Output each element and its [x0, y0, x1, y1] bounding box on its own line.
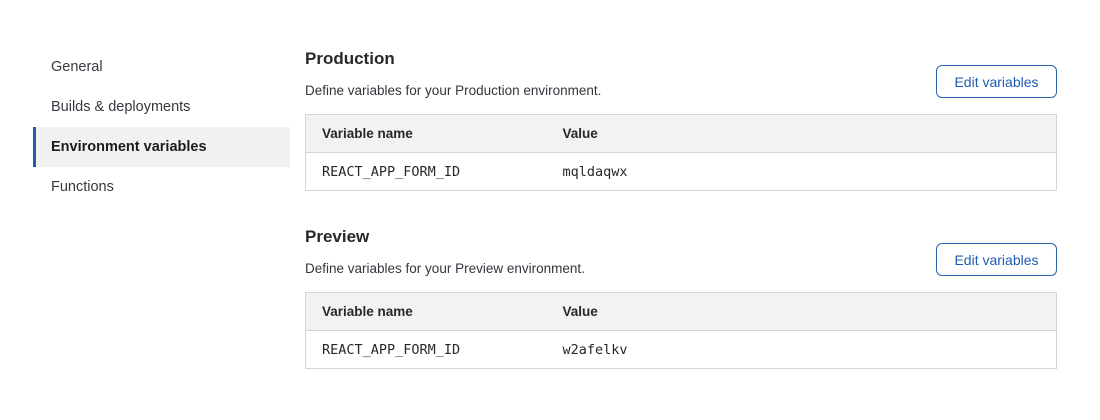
settings-page: General Builds & deployments Environment…: [0, 0, 1100, 420]
edit-variables-button-preview[interactable]: Edit variables: [936, 243, 1057, 276]
sidebar-item-builds-deployments[interactable]: Builds & deployments: [33, 87, 290, 127]
production-section: Production Define variables for your Pro…: [305, 49, 1057, 191]
table-header-row: Variable name Value: [306, 293, 1057, 331]
variable-value-cell: mqldaqwx: [547, 153, 1057, 191]
sidebar-item-general[interactable]: General: [33, 47, 290, 87]
preview-variables-table: Variable name Value REACT_APP_FORM_ID w2…: [305, 292, 1057, 369]
table-header-row: Variable name Value: [306, 115, 1057, 153]
column-header-value: Value: [547, 293, 1057, 331]
variable-name-cell: REACT_APP_FORM_ID: [306, 331, 547, 369]
edit-variables-button-production[interactable]: Edit variables: [936, 65, 1057, 98]
sidebar-item-label: General: [51, 59, 103, 75]
table-row: REACT_APP_FORM_ID w2afelkv: [306, 331, 1057, 369]
sidebar-item-environment-variables[interactable]: Environment variables: [33, 127, 290, 167]
sidebar-item-label: Builds & deployments: [51, 99, 190, 115]
table-row: REACT_APP_FORM_ID mqldaqwx: [306, 153, 1057, 191]
column-header-value: Value: [547, 115, 1057, 153]
variable-name-cell: REACT_APP_FORM_ID: [306, 153, 547, 191]
sidebar-item-label: Functions: [51, 179, 114, 195]
preview-section: Preview Define variables for your Previe…: [305, 227, 1057, 369]
settings-sidebar: General Builds & deployments Environment…: [33, 47, 290, 207]
production-variables-table: Variable name Value REACT_APP_FORM_ID mq…: [305, 114, 1057, 191]
column-header-variable-name: Variable name: [306, 293, 547, 331]
column-header-variable-name: Variable name: [306, 115, 547, 153]
variable-value-cell: w2afelkv: [547, 331, 1057, 369]
sidebar-item-functions[interactable]: Functions: [33, 167, 290, 207]
sidebar-item-label: Environment variables: [51, 139, 207, 155]
